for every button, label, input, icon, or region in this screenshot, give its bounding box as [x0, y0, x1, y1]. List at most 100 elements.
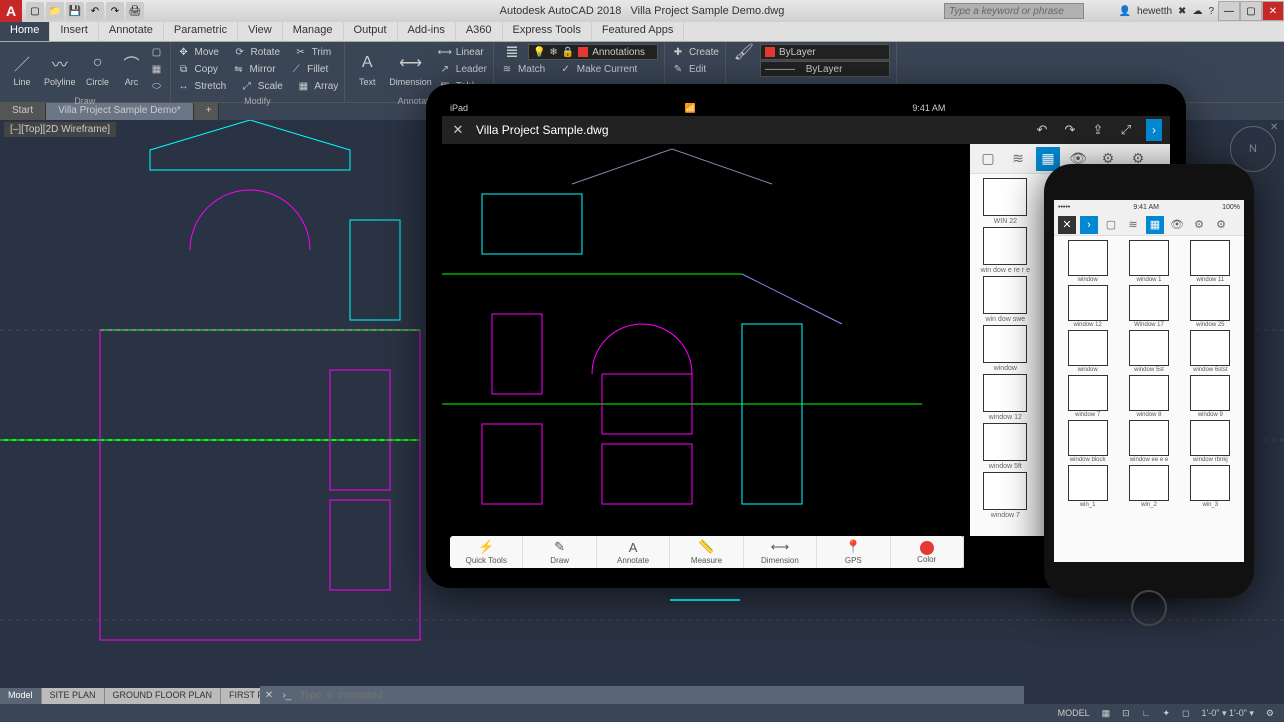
palette-item[interactable]: window 7 — [1058, 375, 1117, 418]
makecurrent-icon[interactable]: ✓ — [559, 62, 573, 76]
palette-item[interactable]: window — [974, 325, 1037, 372]
layer-dropdown[interactable]: 💡 ❄ 🔒 Annotations — [528, 44, 658, 60]
palette-item[interactable]: window 12 — [1058, 285, 1117, 328]
ellipse-icon[interactable]: ⬭ — [150, 79, 164, 93]
palette-item[interactable]: window 12 — [974, 374, 1037, 421]
rotate-icon[interactable]: ⟳ — [233, 45, 247, 59]
qat-open-icon[interactable]: 📁 — [46, 2, 64, 20]
ipad-draw-button[interactable]: ✎Draw — [523, 536, 596, 568]
ortho-icon[interactable]: ∟ — [1138, 708, 1155, 718]
palette-item[interactable]: window 5ft — [974, 423, 1037, 470]
close-button[interactable]: ✕ — [1262, 1, 1284, 21]
tab-addins[interactable]: Add-ins — [398, 22, 456, 41]
palette-item[interactable]: window 1 — [1119, 240, 1178, 283]
palette-item[interactable]: window — [1058, 330, 1117, 373]
dims-status[interactable]: 1'-0" ▾ 1'-0" ▾ — [1198, 708, 1258, 719]
status-model[interactable]: MODEL — [1054, 708, 1094, 718]
palette-item[interactable]: win_2 — [1119, 465, 1178, 508]
search-input[interactable]: Type a keyword or phrase — [944, 3, 1084, 19]
palette-item[interactable]: window 25 — [1181, 285, 1240, 328]
palette-item[interactable]: window 11 — [1181, 240, 1240, 283]
ipad-undo-icon[interactable]: ↶ — [1034, 122, 1050, 138]
tab-parametric[interactable]: Parametric — [164, 22, 238, 41]
iphone-panel-toggle[interactable]: › — [1080, 216, 1098, 234]
snap-icon[interactable]: ⊡ — [1118, 708, 1134, 719]
osnap-icon[interactable]: ◻ — [1178, 708, 1193, 719]
palette-item[interactable]: window 9 — [1181, 375, 1240, 418]
layout-tab-model[interactable]: Model — [0, 688, 42, 704]
palette-item[interactable]: win_3 — [1181, 465, 1240, 508]
cloud-icon[interactable]: ☁ — [1192, 6, 1202, 17]
palette-item[interactable]: win dow swe — [974, 276, 1037, 323]
user-area[interactable]: 👤 hewetth ✖ ☁ ? — [1119, 6, 1214, 17]
palette-item[interactable]: window 7 — [974, 472, 1037, 519]
ipad-modelspace-icon[interactable]: ▢ — [976, 147, 1000, 171]
qat-new-icon[interactable]: ▢ — [26, 2, 44, 20]
iphone-sliders-icon[interactable]: ⚙ — [1190, 216, 1208, 234]
cmd-chevron-icon[interactable]: ›_ — [278, 686, 296, 704]
tab-output[interactable]: Output — [344, 22, 398, 41]
help-icon[interactable]: ? — [1208, 6, 1214, 17]
qat-undo-icon[interactable]: ↶ — [86, 2, 104, 20]
palette-item[interactable]: Window 17 — [1119, 285, 1178, 328]
array-icon[interactable]: ▦ — [296, 79, 310, 93]
hatch-icon[interactable]: ▦ — [150, 62, 164, 76]
text-button[interactable]: AText — [351, 44, 383, 94]
iphone-modelspace-icon[interactable]: ▢ — [1102, 216, 1120, 234]
leader-icon[interactable]: ↗ — [438, 62, 452, 76]
qat-redo-icon[interactable]: ↷ — [106, 2, 124, 20]
qat-print-icon[interactable]: 🖨 — [126, 2, 144, 20]
linear-icon[interactable]: ⟷ — [438, 45, 452, 59]
tab-featuredapps[interactable]: Featured Apps — [592, 22, 685, 41]
gear-icon[interactable]: ⚙ — [1262, 708, 1278, 719]
ipad-panel-toggle[interactable]: › — [1146, 119, 1162, 141]
qat-save-icon[interactable]: 💾 — [66, 2, 84, 20]
create-block-icon[interactable]: ✚ — [671, 45, 685, 59]
palette-item[interactable]: window ee e e — [1119, 420, 1178, 463]
tab-insert[interactable]: Insert — [50, 22, 99, 41]
tab-manage[interactable]: Manage — [283, 22, 344, 41]
palette-item[interactable]: win_1 — [1058, 465, 1117, 508]
tab-annotate[interactable]: Annotate — [99, 22, 164, 41]
ipad-color-button[interactable]: Color — [891, 536, 964, 568]
mirror-icon[interactable]: ⇋ — [231, 62, 245, 76]
dimension-button[interactable]: ⟷Dimension — [385, 44, 436, 94]
iphone-close-icon[interactable]: ✕ — [1058, 216, 1076, 234]
ipad-dimension-button[interactable]: ⟷Dimension — [744, 536, 817, 568]
maximize-button[interactable]: ▢ — [1240, 1, 1262, 21]
exchange-icon[interactable]: ✖ — [1178, 6, 1186, 17]
arc-button[interactable]: ⌒Arc — [116, 44, 148, 94]
layout-tab-ground[interactable]: GROUND FLOOR PLAN — [105, 688, 222, 704]
tab-home[interactable]: Home — [0, 22, 50, 41]
iphone-home-button[interactable] — [1131, 590, 1167, 626]
command-input[interactable] — [296, 690, 1024, 701]
iphone-settings-icon[interactable]: ⚙ — [1212, 216, 1230, 234]
copy-icon[interactable]: ⧉ — [177, 62, 191, 76]
palette-item[interactable]: win dow e re r e — [974, 227, 1037, 274]
iphone-palette-grid[interactable]: windowwindow 1window 11window 12Window 1… — [1054, 236, 1244, 512]
stretch-icon[interactable]: ↔ — [177, 79, 191, 93]
ipad-gps-button[interactable]: 📍GPS — [817, 536, 890, 568]
palette-item[interactable]: WIN 22 — [974, 178, 1037, 225]
trim-icon[interactable]: ✂ — [294, 45, 308, 59]
palette-item[interactable]: window rbnkj — [1181, 420, 1240, 463]
iphone-blocks-icon[interactable]: ▦ — [1146, 216, 1164, 234]
palette-item[interactable]: window — [1058, 240, 1117, 283]
iphone-layers-icon[interactable]: ≋ — [1124, 216, 1142, 234]
grid-icon[interactable]: ▦ — [1098, 708, 1115, 719]
ipad-measure-button[interactable]: 📏Measure — [670, 536, 743, 568]
app-logo[interactable]: A — [0, 0, 22, 22]
polar-icon[interactable]: ✦ — [1159, 708, 1175, 719]
tab-view[interactable]: View — [238, 22, 283, 41]
ipad-canvas[interactable] — [442, 144, 970, 536]
minimize-button[interactable]: — — [1218, 1, 1240, 21]
move-icon[interactable]: ✥ — [177, 45, 191, 59]
linetype-dropdown[interactable]: ——— ByLayer — [760, 61, 890, 77]
fillet-icon[interactable]: ⟋ — [289, 62, 303, 76]
tab-a360[interactable]: A360 — [456, 22, 503, 41]
circle-button[interactable]: ○Circle — [82, 44, 114, 94]
ipad-blocks-icon[interactable]: ▦ — [1036, 147, 1060, 171]
scale-icon[interactable]: ⤢ — [240, 79, 254, 93]
edit-block-icon[interactable]: ✎ — [671, 62, 685, 76]
palette-item[interactable]: window block — [1058, 420, 1117, 463]
